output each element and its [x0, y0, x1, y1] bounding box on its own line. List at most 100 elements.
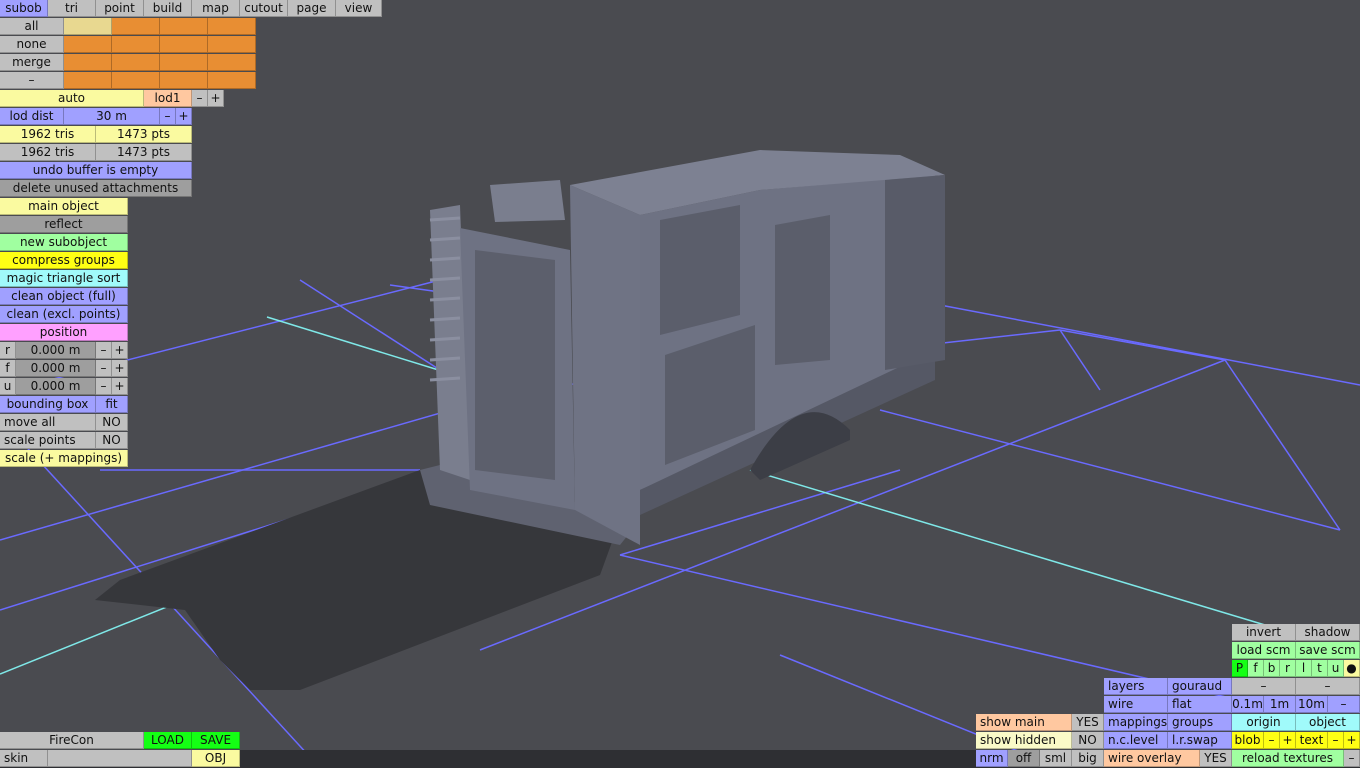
nc-level-button[interactable]: n.c.level: [1104, 732, 1168, 749]
lod-level-button[interactable]: lod1: [144, 90, 192, 107]
view-perspective-button[interactable]: P: [1232, 660, 1248, 677]
show-main-toggle[interactable]: YES: [1072, 714, 1104, 731]
subobject-slot[interactable]: [112, 18, 160, 35]
undo-status[interactable]: undo buffer is empty: [0, 162, 192, 179]
magic-triangle-sort-button[interactable]: magic triangle sort: [0, 270, 128, 287]
position-f-minus-button[interactable]: –: [96, 360, 112, 377]
subobject-slot[interactable]: [160, 36, 208, 53]
layers-button[interactable]: layers: [1104, 678, 1168, 695]
view-under-button[interactable]: u: [1328, 660, 1344, 677]
grid-0.1m-button[interactable]: 0.1m: [1232, 696, 1264, 713]
dash-button[interactable]: –: [1296, 678, 1360, 695]
invert-button[interactable]: invert: [1232, 624, 1296, 641]
reflect-button[interactable]: reflect: [0, 216, 128, 233]
groups-button[interactable]: groups: [1168, 714, 1232, 731]
fit-button[interactable]: fit: [96, 396, 128, 413]
tab-build[interactable]: build: [144, 0, 192, 17]
position-r-plus-button[interactable]: +: [112, 342, 128, 359]
position-r-value[interactable]: 0.000 m: [16, 342, 96, 359]
grid-dash-button[interactable]: –: [1328, 696, 1360, 713]
clean-object-full-button[interactable]: clean object (full): [0, 288, 128, 305]
blob-plus-button[interactable]: +: [1280, 732, 1296, 749]
subobject-slot[interactable]: [208, 36, 256, 53]
subobject-slot[interactable]: [64, 18, 112, 35]
subobject-slot[interactable]: [160, 72, 208, 89]
subobject-slot[interactable]: [112, 72, 160, 89]
lr-swap-button[interactable]: l.r.swap: [1168, 732, 1232, 749]
show-hidden-toggle[interactable]: NO: [1072, 732, 1104, 749]
select-none-button[interactable]: none: [0, 36, 64, 53]
flat-button[interactable]: flat: [1168, 696, 1232, 713]
tab-cutout[interactable]: cutout: [240, 0, 288, 17]
reload-textures-button[interactable]: reload textures: [1232, 750, 1344, 767]
scale-points-toggle[interactable]: NO: [96, 432, 128, 449]
text-minus-button[interactable]: –: [1328, 732, 1344, 749]
subobject-slot[interactable]: [160, 54, 208, 71]
text-plus-button[interactable]: +: [1344, 732, 1360, 749]
text-button[interactable]: text: [1296, 732, 1328, 749]
grid-10m-button[interactable]: 10m: [1296, 696, 1328, 713]
blob-minus-button[interactable]: –: [1264, 732, 1280, 749]
merge-button[interactable]: merge: [0, 54, 64, 71]
subobject-slot[interactable]: [208, 54, 256, 71]
view-dot-button[interactable]: ●: [1344, 660, 1360, 677]
lod-auto-button[interactable]: auto: [0, 90, 144, 107]
lod-plus-button[interactable]: +: [208, 90, 224, 107]
load-scm-button[interactable]: load scm: [1232, 642, 1296, 659]
origin-button[interactable]: origin: [1232, 714, 1296, 731]
lod-dist-plus-button[interactable]: +: [176, 108, 192, 125]
save-button[interactable]: SAVE: [192, 732, 240, 749]
view-right-button[interactable]: r: [1280, 660, 1296, 677]
3d-viewport[interactable]: [0, 0, 1360, 768]
view-back-button[interactable]: b: [1264, 660, 1280, 677]
save-scm-button[interactable]: save scm: [1296, 642, 1360, 659]
clean-excl-points-button[interactable]: clean (excl. points): [0, 306, 128, 323]
sml-button[interactable]: sml: [1040, 750, 1072, 767]
view-front-button[interactable]: f: [1248, 660, 1264, 677]
load-button[interactable]: LOAD: [144, 732, 192, 749]
position-f-value[interactable]: 0.000 m: [16, 360, 96, 377]
subobject-slot[interactable]: [160, 18, 208, 35]
position-r-minus-button[interactable]: –: [96, 342, 112, 359]
main-object-button[interactable]: main object: [0, 198, 128, 215]
subobject-slot[interactable]: [64, 36, 112, 53]
scale-mappings-button[interactable]: scale (+ mappings): [0, 450, 128, 467]
select-all-button[interactable]: all: [0, 18, 64, 35]
tab-tri[interactable]: tri: [48, 0, 96, 17]
position-f-plus-button[interactable]: +: [112, 360, 128, 377]
dash-button[interactable]: –: [0, 72, 64, 89]
lod-dist-minus-button[interactable]: –: [160, 108, 176, 125]
shadow-button[interactable]: shadow: [1296, 624, 1360, 641]
subobject-slot[interactable]: [64, 72, 112, 89]
position-u-value[interactable]: 0.000 m: [16, 378, 96, 395]
blob-button[interactable]: blob: [1232, 732, 1264, 749]
file-name[interactable]: FireCon: [0, 732, 144, 749]
tab-point[interactable]: point: [96, 0, 144, 17]
big-button[interactable]: big: [1072, 750, 1104, 767]
tab-view[interactable]: view: [336, 0, 382, 17]
compress-groups-button[interactable]: compress groups: [0, 252, 128, 269]
mappings-button[interactable]: mappings: [1104, 714, 1168, 731]
bounding-box-button[interactable]: bounding box: [0, 396, 96, 413]
dash-button[interactable]: –: [1232, 678, 1296, 695]
nrm-button[interactable]: nrm: [976, 750, 1008, 767]
subobject-slot[interactable]: [112, 36, 160, 53]
delete-unused-attachments-button[interactable]: delete unused attachments: [0, 180, 192, 197]
move-all-toggle[interactable]: NO: [96, 414, 128, 431]
grid-1m-button[interactable]: 1m: [1264, 696, 1296, 713]
subobject-slot[interactable]: [208, 72, 256, 89]
wire-button[interactable]: wire: [1104, 696, 1168, 713]
lod-dist-value[interactable]: 30 m: [64, 108, 160, 125]
subobject-slot[interactable]: [112, 54, 160, 71]
view-top-button[interactable]: t: [1312, 660, 1328, 677]
object-button[interactable]: object: [1296, 714, 1360, 731]
tab-page[interactable]: page: [288, 0, 336, 17]
position-u-plus-button[interactable]: +: [112, 378, 128, 395]
new-subobject-button[interactable]: new subobject: [0, 234, 128, 251]
position-u-minus-button[interactable]: –: [96, 378, 112, 395]
off-button[interactable]: off: [1008, 750, 1040, 767]
subobject-slot[interactable]: [208, 18, 256, 35]
skin-field[interactable]: [48, 750, 192, 767]
lod-minus-button[interactable]: –: [192, 90, 208, 107]
tab-subob[interactable]: subob: [0, 0, 48, 17]
